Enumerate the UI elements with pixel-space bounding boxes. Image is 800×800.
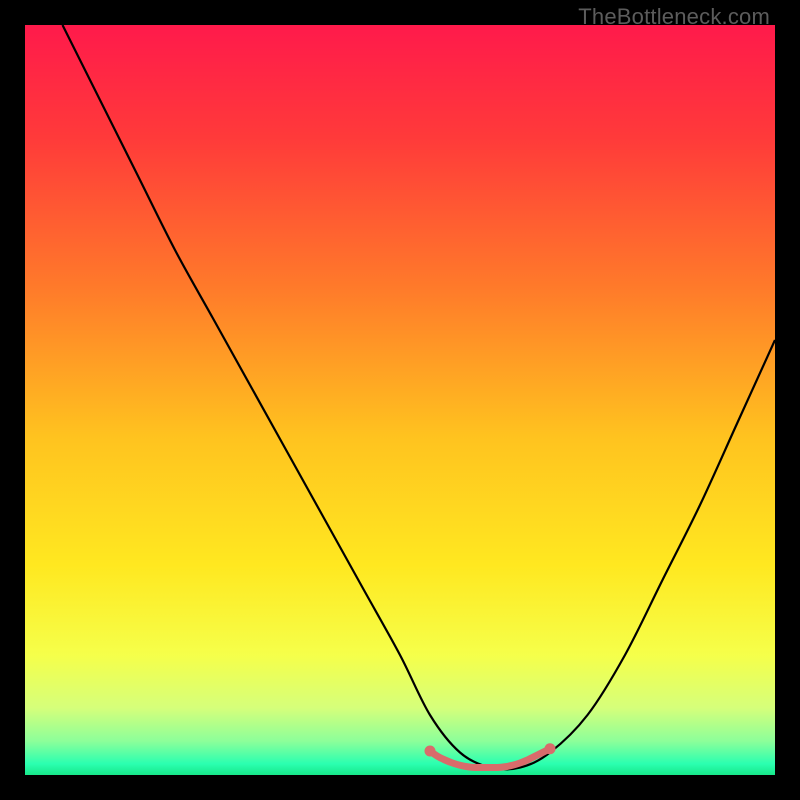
chart-frame <box>25 25 775 775</box>
chart-plot <box>25 25 775 775</box>
watermark-text: TheBottleneck.com <box>578 4 770 30</box>
bottleneck-curve <box>63 25 776 769</box>
optimal-range-marker <box>430 749 550 768</box>
